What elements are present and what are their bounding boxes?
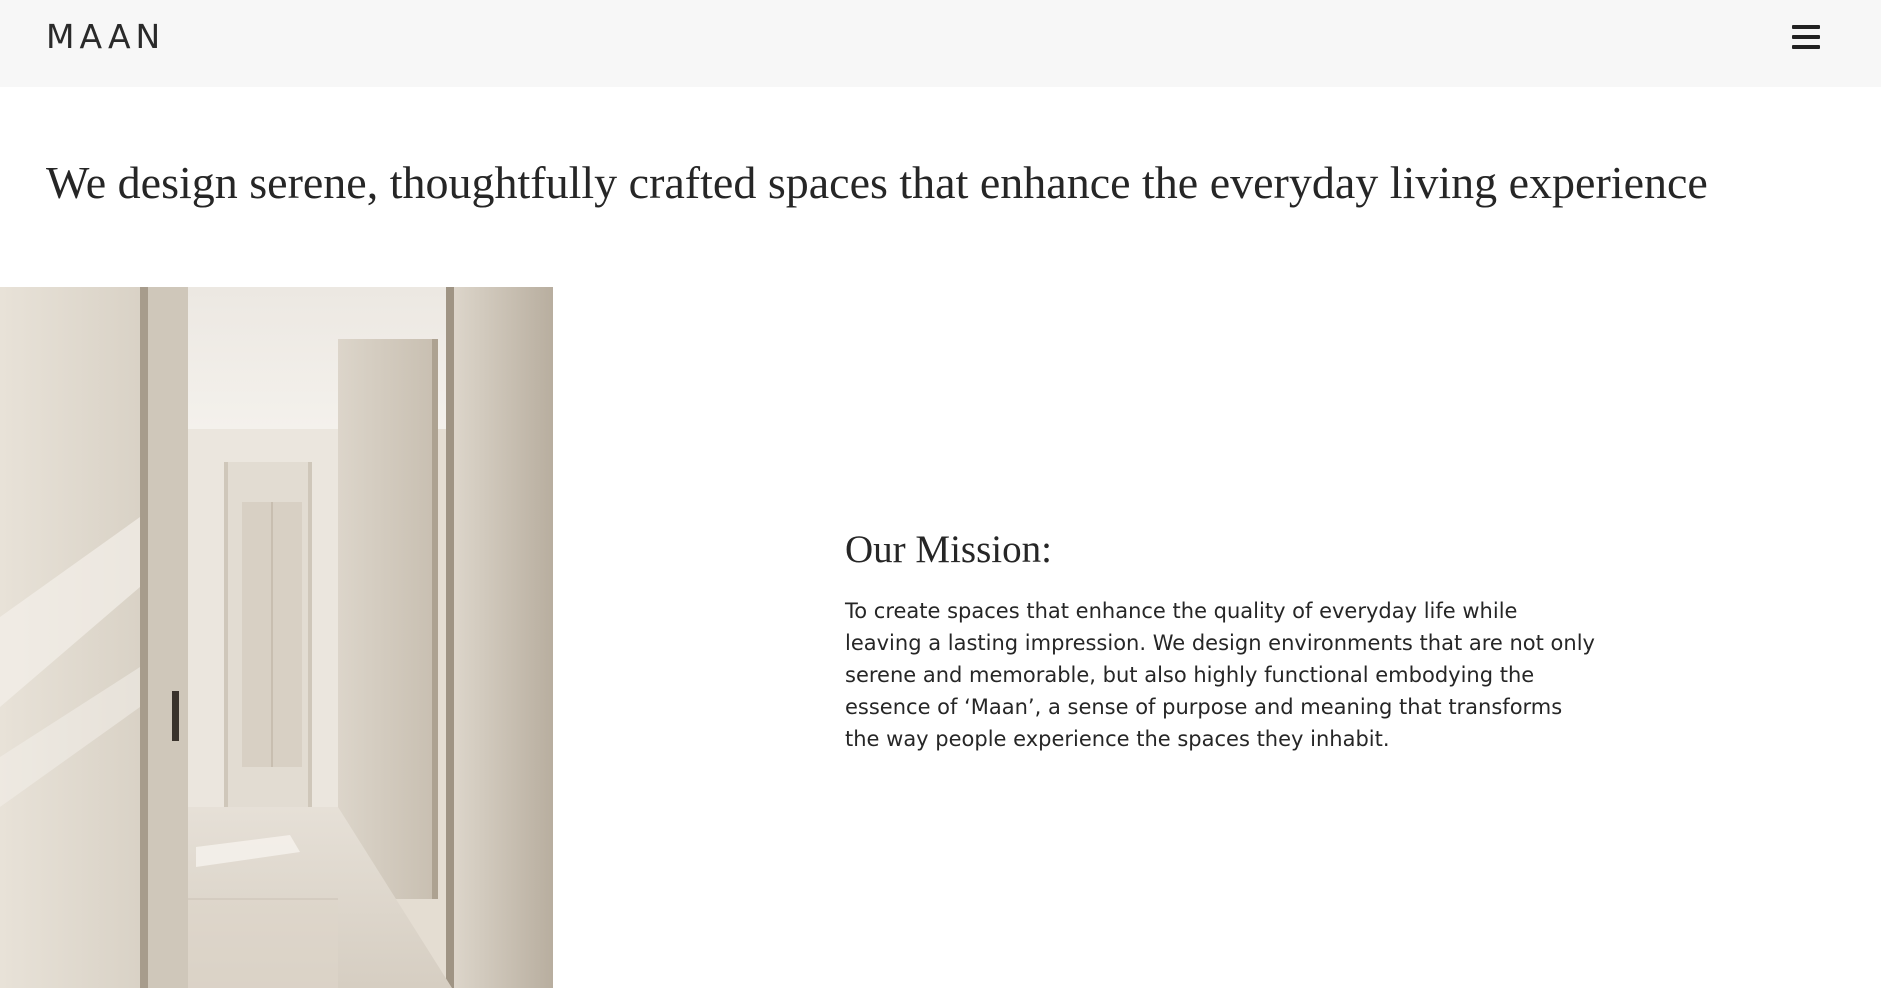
menu-bar <box>1792 25 1820 29</box>
mission-title: Our Mission: <box>845 528 1052 571</box>
site-header: MAAN <box>0 0 1881 87</box>
brand-logo[interactable]: MAAN <box>46 20 165 53</box>
menu-bar <box>1792 45 1820 49</box>
interior-corridor-photo <box>0 287 553 988</box>
interior-illustration <box>0 287 553 988</box>
hamburger-menu-icon[interactable] <box>1792 25 1820 49</box>
mission-body: To create spaces that enhance the qualit… <box>845 599 1595 751</box>
menu-bar <box>1792 35 1820 39</box>
hero-headline: We design serene, thoughtfully crafted s… <box>46 157 1708 208</box>
